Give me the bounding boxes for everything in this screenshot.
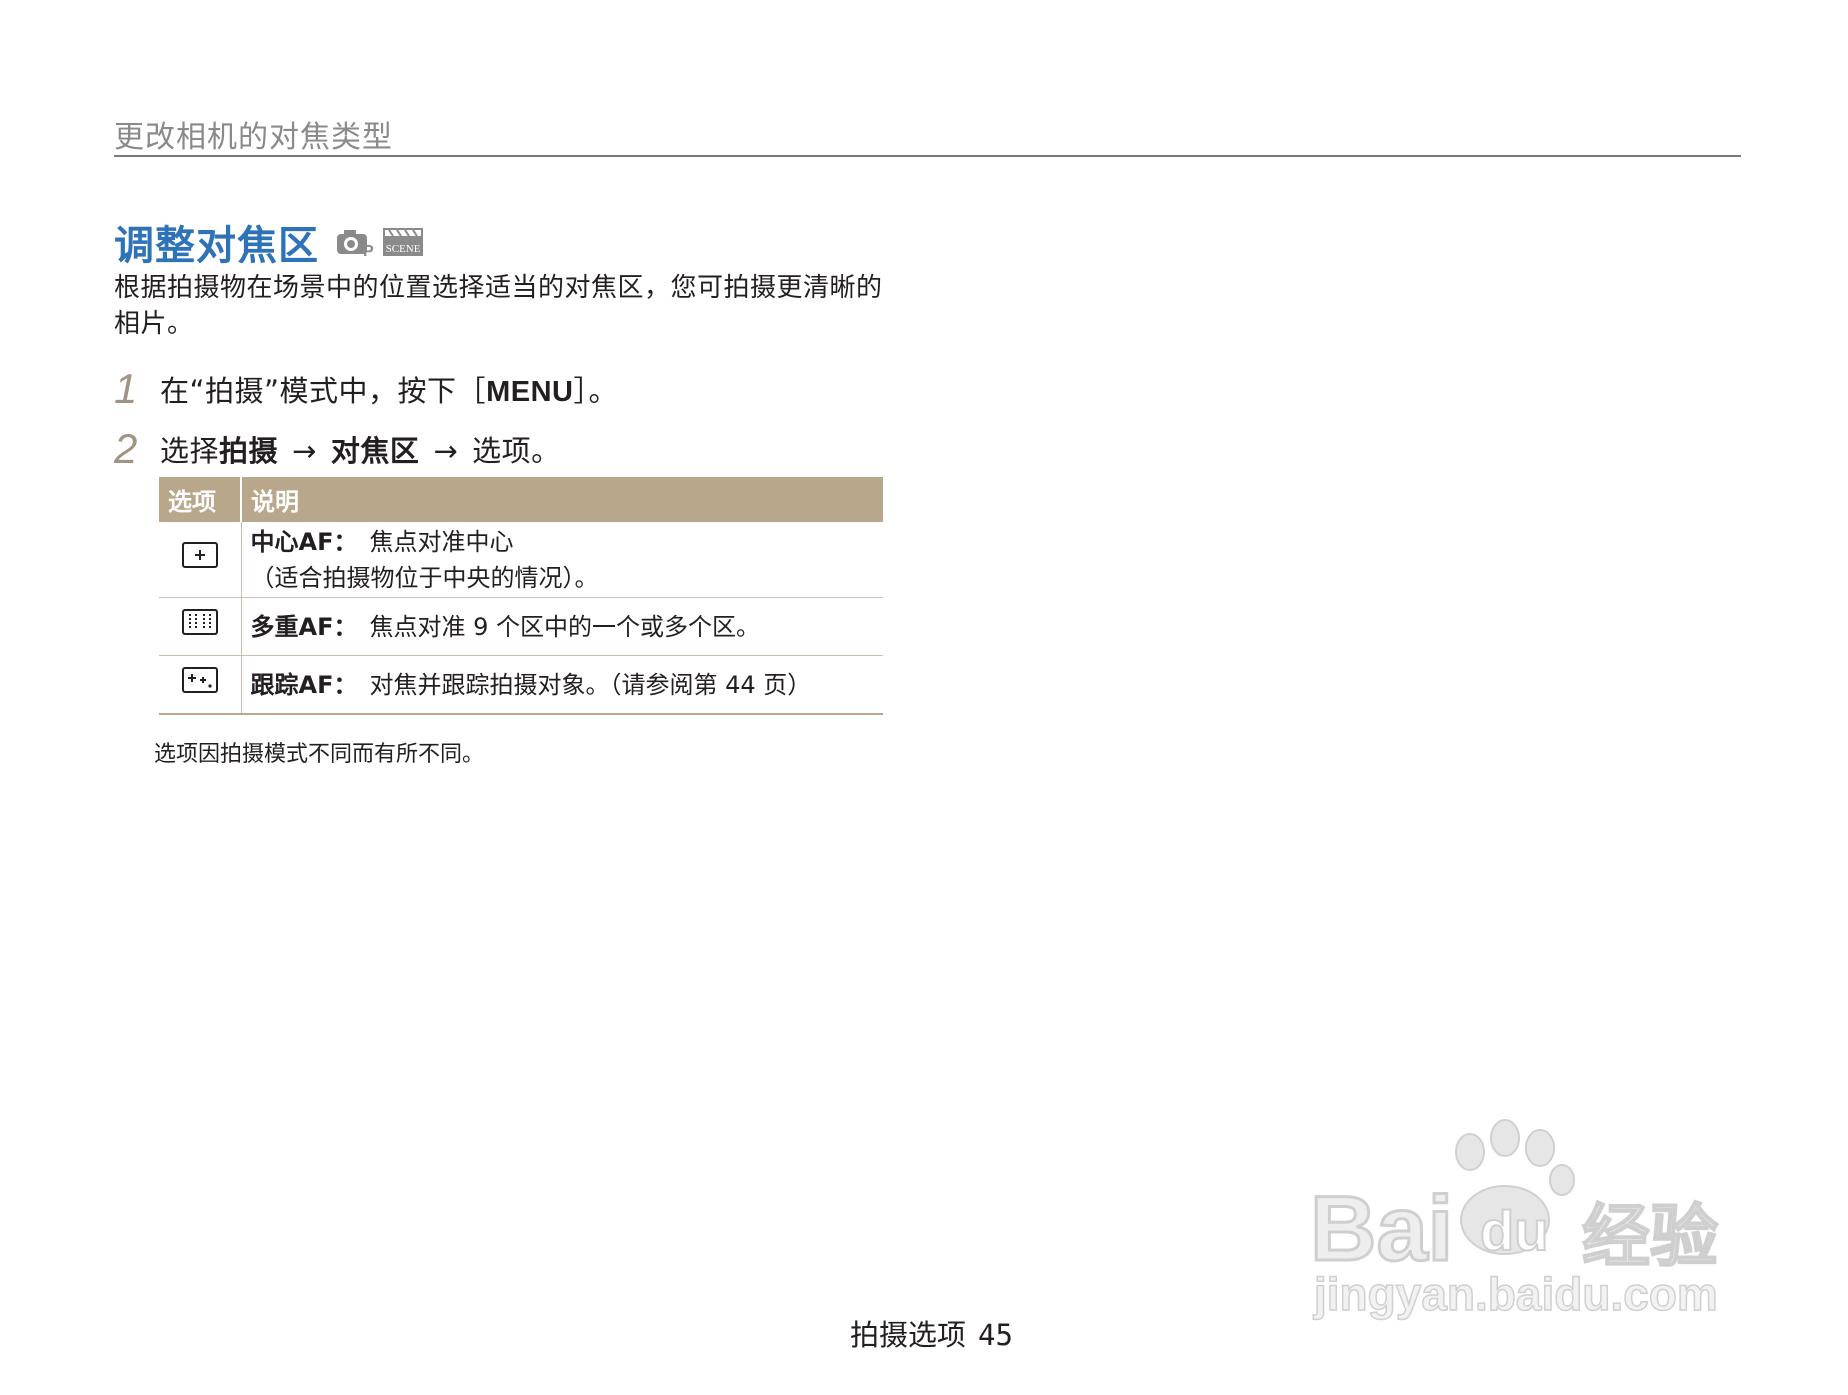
menu-path-focus-area: 对焦区	[330, 434, 420, 468]
svg-text:经验: 经验	[1582, 1198, 1718, 1277]
option-name: 多重AF：	[250, 612, 358, 641]
step-text: 选择拍摄 → 对焦区 → 选项。	[160, 434, 561, 468]
table-row: 跟踪AF： 对焦并跟踪拍摄对象。（请参阅第 44 页）	[159, 655, 883, 715]
menu-key: MENU	[486, 376, 574, 408]
header-title: 更改相机的对焦类型	[114, 120, 393, 155]
svg-text:Bai: Bai	[1310, 1178, 1453, 1280]
step-number: 1	[114, 365, 138, 412]
page-footer: 拍摄选项 45	[850, 1312, 1013, 1354]
arrow-icon: →	[292, 434, 317, 468]
baidu-jingyan-watermark: Bai du 经验 jingyan.baidu.com	[1309, 1119, 1719, 1321]
svg-text:P: P	[363, 243, 374, 258]
intro-paragraph: 根据拍摄物在场景中的位置选择适当的对焦区，您可拍摄更清晰的相片。	[114, 273, 883, 339]
header-divider	[114, 155, 1741, 157]
multi-af-icon	[181, 608, 218, 635]
step-text: 在“拍摄”模式中，按下［MENU］。	[160, 374, 618, 408]
option-description: 跟踪AF： 对焦并跟踪拍摄对象。（请参阅第 44 页）	[241, 655, 883, 715]
note-text: 选项因拍摄模式不同而有所不同。	[154, 742, 485, 767]
table-row: 多重AF： 焦点对准 9 个区中的一个或多个区。	[159, 597, 883, 656]
option-description: 多重AF： 焦点对准 9 个区中的一个或多个区。	[241, 597, 883, 656]
section-title: 调整对焦区	[114, 223, 319, 269]
scene-mode-icon: SCENE	[383, 228, 423, 256]
column-header-option: 选项	[159, 477, 242, 522]
options-table: 选项 说明 中心AF： 焦点对准中心 （适合拍摄物位于中央的情况）。 多重AF：…	[159, 477, 883, 715]
center-af-icon	[181, 541, 218, 568]
tracking-af-icon	[181, 666, 218, 693]
column-header-description: 说明	[241, 477, 883, 522]
arrow-icon: →	[433, 434, 459, 468]
camera-program-icon: P	[337, 230, 374, 258]
footer-section-label: 拍摄选项	[850, 1318, 967, 1352]
svg-text:jingyan.baidu.com: jingyan.baidu.com	[1313, 1268, 1718, 1320]
svg-text:du: du	[1480, 1199, 1548, 1262]
mode-icons: P SCENE	[337, 228, 423, 258]
svg-text:SCENE: SCENE	[386, 243, 421, 255]
page-number: 45	[978, 1318, 1013, 1352]
option-description: 中心AF： 焦点对准中心 （适合拍摄物位于中央的情况）。	[241, 522, 883, 598]
step-2: 2 选择拍摄 → 对焦区 → 选项。	[114, 424, 561, 474]
menu-path-shooting: 拍摄	[219, 434, 279, 468]
table-row: 中心AF： 焦点对准中心 （适合拍摄物位于中央的情况）。	[159, 522, 883, 598]
step-1: 1 在“拍摄”模式中，按下［MENU］。	[114, 364, 618, 414]
step-number: 2	[114, 425, 138, 472]
option-name: 跟踪AF：	[250, 670, 358, 699]
option-name: 中心AF：	[250, 527, 358, 556]
